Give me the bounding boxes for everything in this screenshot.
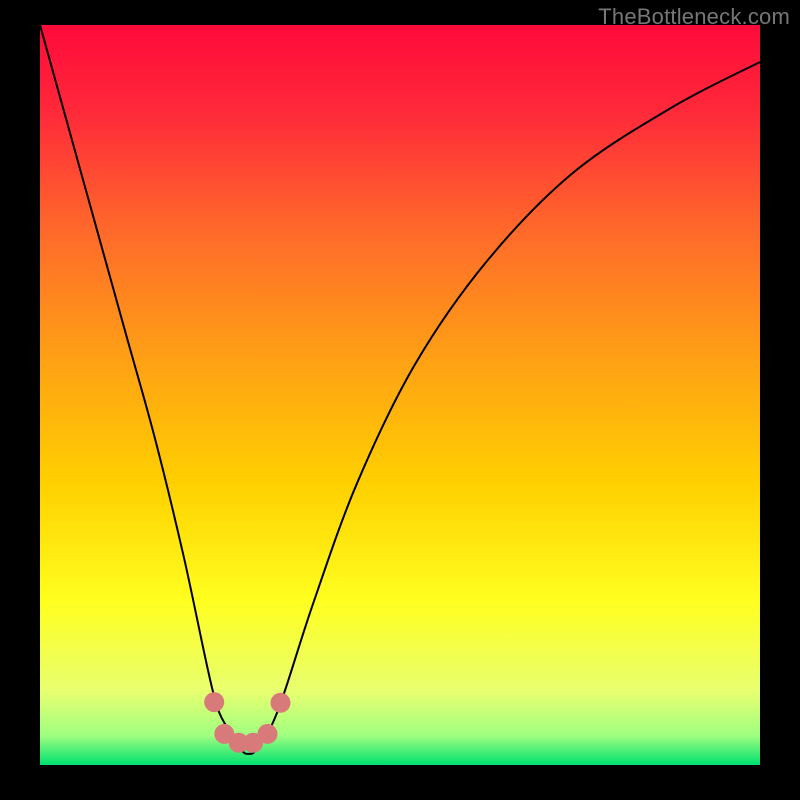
curve-marker — [258, 724, 278, 744]
bottleneck-chart — [40, 25, 760, 765]
gradient-background — [40, 25, 760, 765]
curve-marker — [204, 692, 224, 712]
curve-marker — [271, 693, 291, 713]
chart-frame: TheBottleneck.com — [0, 0, 800, 800]
plot-area — [40, 25, 760, 765]
